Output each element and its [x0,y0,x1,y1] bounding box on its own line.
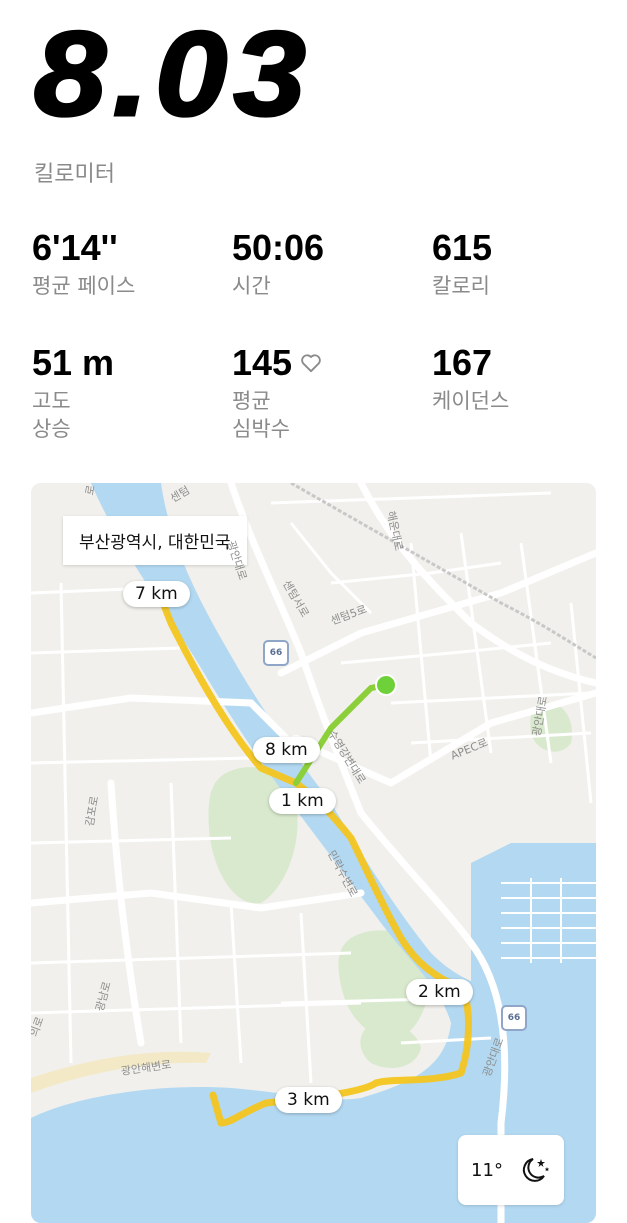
moon-stars-icon [522,1158,550,1182]
stat-label: 고도 상승 [32,389,71,441]
stat-value: 615 [432,227,493,268]
stat-value: 50:06 [232,227,325,268]
stat-heart-rate[interactable]: 145 평균 심박수 [232,345,322,443]
km-marker-3: 3 km [275,1087,342,1113]
km-marker-8: 8 km [253,737,320,763]
stat-value: 51 m [32,342,115,383]
stat-value: 167 [432,342,493,383]
stat-label: 케이던스 [432,389,510,413]
highway-shield: 66 [263,640,289,666]
stat-avg-pace: 6'14'' 평균 페이스 [32,230,135,300]
stat-value: 145 [232,342,293,383]
stat-label: 평균 페이스 [32,274,136,298]
weather-widget: 11° [458,1135,564,1205]
km-marker-1: 1 km [269,788,336,814]
stat-calories: 615 칼로리 [432,230,492,300]
distance-value: 8.03 [32,7,313,141]
km-marker-7: 7 km [123,581,190,607]
highway-shield: 66 [501,1005,527,1031]
distance-unit: 킬로미터 [34,162,115,187]
stat-time: 50:06 시간 [232,230,324,300]
heart-icon[interactable] [300,353,322,373]
weather-temperature: 11° [471,1159,503,1181]
route-map[interactable]: 부산광역시, 대한민국 7 km 8 km 1 km 2 km 3 km 광안대… [31,483,596,1223]
stat-value-row: 145 [232,345,322,381]
stat-value: 6'14'' [32,227,118,268]
stat-label: 평균 심박수 [232,389,290,441]
location-label: 부산광역시, 대한민국 [63,516,247,565]
km-marker-2: 2 km [406,979,473,1005]
start-marker[interactable] [375,674,397,696]
stat-label: 시간 [232,274,271,298]
stat-label: 칼로리 [432,274,490,298]
stat-elevation-gain: 51 m 고도 상승 [32,345,114,443]
stat-cadence: 167 케이던스 [432,345,509,415]
